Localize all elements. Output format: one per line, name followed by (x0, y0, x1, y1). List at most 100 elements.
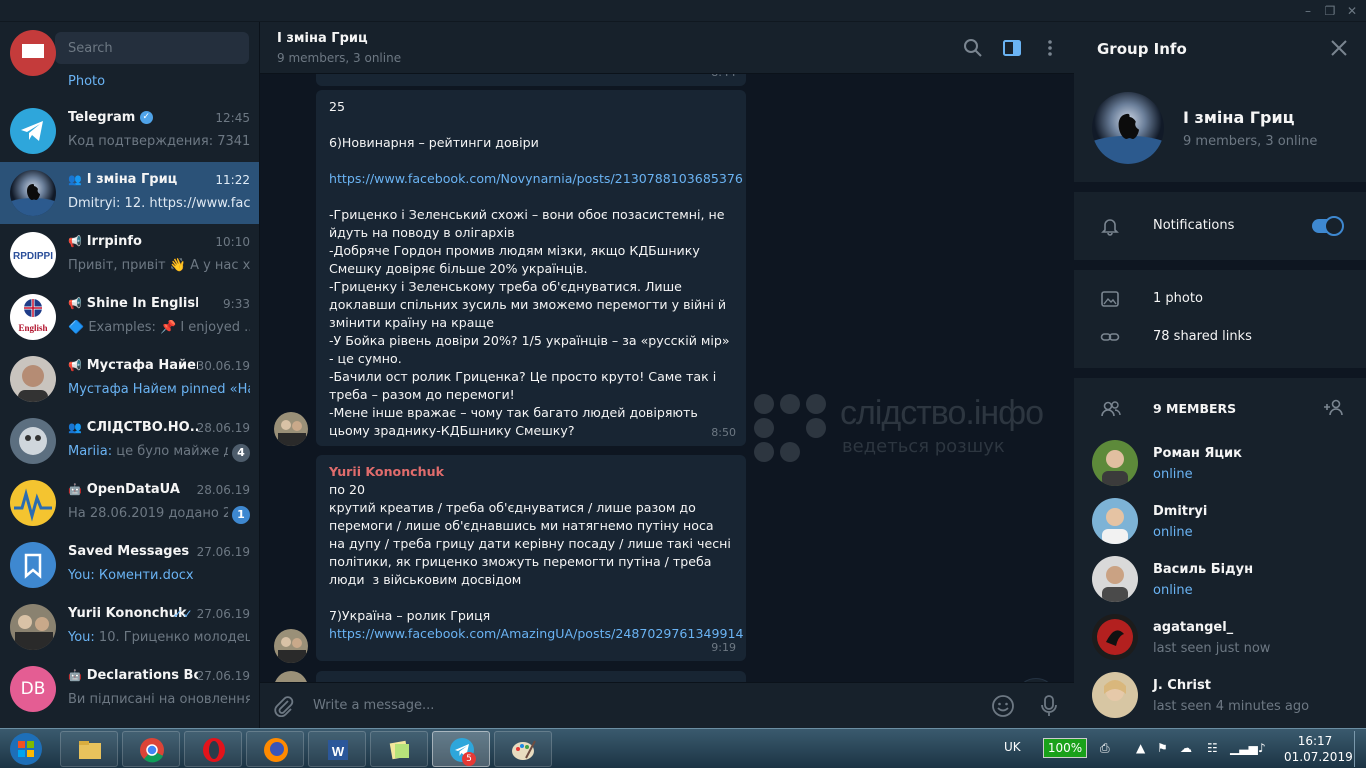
chat-item-mustafa-nayem[interactable]: 📢 Мустафа Найем 30.06.19 Мустафа Найем pi… (0, 348, 259, 410)
message-bubble-partial[interactable]: 8:44 (316, 74, 746, 86)
chat-item-saved-messages[interactable]: Saved Messages 27.06.19 You: Коменти.doc… (0, 534, 259, 596)
cloud-icon[interactable]: ☁ (1180, 741, 1192, 755)
add-member-icon[interactable] (1322, 398, 1346, 422)
message-link[interactable]: https://www.facebook.com/Novynarnia/post… (329, 171, 743, 186)
taskbar-chrome[interactable] (122, 731, 180, 767)
group-avatar[interactable] (1092, 92, 1164, 164)
notifications-section: Notifications (1074, 192, 1366, 260)
word-icon: W (328, 740, 348, 760)
message-time: 8:50 (711, 426, 736, 439)
sender-avatar[interactable] (274, 671, 308, 682)
chat-preview: Привіт, привіт 👋 А у нас х... (68, 258, 250, 273)
member-avatar (1092, 498, 1138, 544)
chat-name: 📢 Shine In English (68, 296, 198, 311)
member-row[interactable]: J. Christ last seen 4 minutes ago (1074, 672, 1366, 728)
message-bubble[interactable]: Yurii Kononchuk по 20 крутий креатив / т… (316, 455, 746, 661)
close-window-button[interactable]: ✕ (1342, 3, 1362, 19)
notifications-toggle[interactable] (1312, 216, 1344, 236)
maximize-button[interactable]: ❐ (1320, 3, 1340, 19)
chat-item-slidstvo[interactable]: 👥 СЛІДСТВО.НО... 28.06.19 Mariia: це було… (0, 410, 259, 472)
chat-time: 28.06.19 (196, 483, 250, 497)
system-clock[interactable]: 16:17 01.07.2019 (1284, 733, 1353, 765)
more-options-icon[interactable] (1040, 38, 1060, 58)
telegram-logo-icon (10, 108, 56, 154)
channel-icon: 📢 (68, 235, 82, 248)
taskbar-opera[interactable] (184, 731, 242, 767)
chat-item-shine-in-english[interactable]: English 📢 Shine In English 9:33 🔷 Example… (0, 286, 259, 348)
member-row[interactable]: Василь Бідун online (1074, 556, 1366, 614)
member-status: online (1153, 583, 1193, 598)
chat-name: 👥 І зміна Гриц (68, 172, 178, 187)
signal-icon[interactable]: ▁▃▅ (1230, 741, 1258, 755)
sender-avatar[interactable] (274, 629, 308, 663)
conversation-header[interactable]: І зміна Гриц 9 members, 3 online (260, 22, 1074, 74)
message-text: Yurii Kononchuk по 20 крутий креатив / т… (329, 464, 744, 641)
taskbar-sticky-notes[interactable] (370, 731, 428, 767)
chat-item-partial[interactable]: Photo (0, 30, 259, 92)
chat-item-opendataua[interactable]: 🤖 OpenDataUA 28.06.19 На 28.06.2019 додан… (0, 472, 259, 534)
taskbar-word[interactable]: W (308, 731, 366, 767)
battery-indicator[interactable]: 100% (1043, 738, 1087, 758)
taskbar-firefox[interactable] (246, 731, 304, 767)
chat-name: 📢 Мустафа Найем (68, 358, 198, 373)
members-section: 9 MEMBERS Роман Яцик online Dmitryi onli… (1074, 378, 1366, 728)
chat-name: Saved Messages (68, 544, 190, 559)
volume-icon[interactable]: ♪ (1258, 741, 1266, 755)
emoji-icon[interactable] (991, 694, 1015, 722)
conversation-title: І зміна Гриц (277, 31, 368, 46)
chat-item-irrpinfo[interactable]: RPDIPPI 📢 Irrpinfo 10:10 Привіт, привіт 👋… (0, 224, 259, 286)
chat-name: 👥 СЛІДСТВО.НО... (68, 420, 198, 435)
show-desktop-button[interactable] (1354, 731, 1362, 767)
svg-text:W: W (332, 744, 345, 759)
photos-count: 1 photo (1153, 291, 1203, 306)
notifications-label: Notifications (1153, 218, 1235, 233)
keyboard-language[interactable]: UK (1004, 740, 1021, 754)
chat-avatar (10, 418, 56, 464)
clock-date: 01.07.2019 (1284, 750, 1353, 764)
close-icon[interactable] (1330, 39, 1348, 61)
sender-avatar[interactable] (274, 412, 308, 446)
chat-avatar: English (10, 294, 56, 340)
firefox-icon (264, 738, 288, 762)
minimize-button[interactable]: – (1298, 3, 1318, 19)
chat-item-izmina-gryts[interactable]: 👥 І зміна Гриц 11:22 Dmitryi: 12. https:/… (0, 162, 259, 224)
member-row[interactable]: Dmitryi online (1074, 498, 1366, 556)
network-icon[interactable]: ☷ (1207, 741, 1218, 755)
conversation-subtitle: 9 members, 3 online (277, 51, 402, 65)
member-status: last seen just now (1153, 641, 1271, 656)
taskbar-paint[interactable] (494, 731, 552, 767)
chat-item-telegram[interactable]: Telegram ✓ 12:45 Код подтверждения: 7341… (0, 100, 259, 162)
clock-time: 16:17 (1297, 734, 1333, 748)
chat-list-panel: Search Photo Telegram ✓ 12:45 Код подтве… (0, 22, 260, 728)
chat-item-yurii-kononchuk[interactable]: Yurii Kononchuk ✓✓ 27.06.19 You: 10. Гри… (0, 596, 259, 658)
member-status: last seen 4 minutes ago (1153, 699, 1310, 714)
search-icon[interactable] (963, 38, 983, 58)
chat-name: 🤖 Declarations Bot (68, 668, 198, 683)
links-row[interactable]: 78 shared links (1074, 318, 1366, 356)
action-center-flag-icon[interactable]: ⚑ (1157, 741, 1168, 755)
members-icon (1100, 399, 1121, 419)
member-name: Роман Яцик (1153, 446, 1242, 461)
photos-row[interactable]: 1 photo (1074, 280, 1366, 318)
chat-item-declarations-bot[interactable]: DB 🤖 Declarations Bot 27.06.19 Ви підписа… (0, 658, 259, 720)
taskbar-explorer[interactable] (60, 731, 118, 767)
member-row[interactable]: Роман Яцик online (1074, 440, 1366, 498)
windows-logo-icon (10, 733, 42, 765)
message-sender[interactable]: Yurii Kononchuk (329, 464, 444, 479)
tray-expand-icon[interactable]: ▲ (1136, 741, 1145, 755)
taskbar-telegram[interactable]: 5 (432, 731, 490, 767)
start-button[interactable] (4, 730, 48, 768)
message-list[interactable]: 8:44 25 6)Новинарня – рейтинги довіри ht… (260, 74, 1074, 682)
chat-preview: 🔷 Examples: 📌 I enjoyed ... (68, 320, 250, 335)
microphone-icon[interactable] (1038, 694, 1060, 722)
member-row[interactable]: agatangel_ last seen just now (1074, 614, 1366, 672)
message-bubble[interactable]: 25 6)Новинарня – рейтинги довіри https:/… (316, 90, 746, 446)
sidebar-toggle-icon[interactable] (1002, 38, 1022, 58)
tray-device-icon[interactable]: ⎙ (1100, 741, 1110, 756)
attach-icon[interactable] (273, 695, 295, 721)
chat-avatar (10, 356, 56, 402)
message-bubble-partial[interactable] (316, 671, 746, 682)
chat-preview: Код подтверждения: 73414... (68, 134, 250, 149)
message-link[interactable]: https://www.facebook.com/AmazingUA/posts… (329, 626, 744, 641)
message-input[interactable]: Write a message... (313, 698, 434, 713)
